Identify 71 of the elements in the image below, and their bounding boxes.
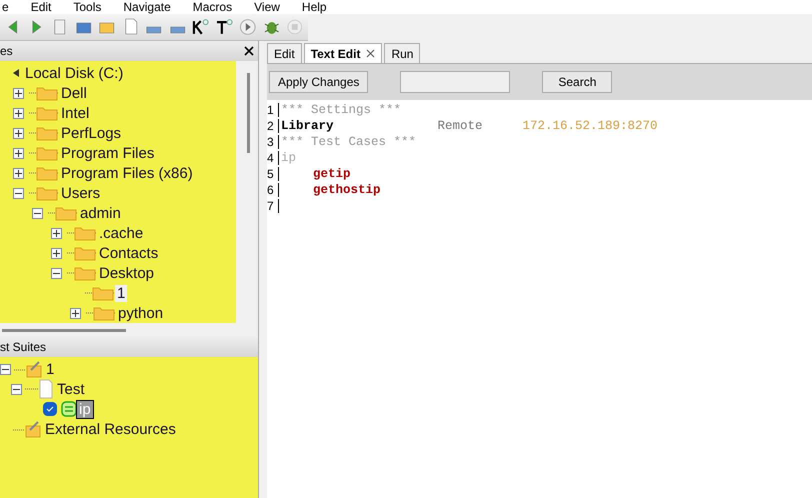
expand-toggle-icon[interactable] [13,148,24,158]
code-line: getip [312,167,351,181]
tab[interactable]: Edit [267,43,302,63]
tree-item[interactable]: External Resources [43,420,178,438]
scrollbar-thumb[interactable] [2,328,126,332]
tree-item[interactable]: .cache [97,224,146,242]
line-number: 2 [267,119,279,133]
code-line: ip [280,151,296,165]
tree-item[interactable]: Desktop [97,264,156,282]
expand-toggle-icon[interactable] [13,108,24,118]
text-editor[interactable]: 1 *** Settings *** 2 Library Remote 172.16.52.189:8270 3 *** Test Cases *** 4 ip 5 getip 6 gethostip 7 [267,100,812,498]
scrollbar-thumb[interactable] [247,73,250,153]
expand-toggle-icon[interactable] [13,88,24,98]
line-number: 5 [267,167,279,181]
line-number: 7 [267,199,279,213]
expand-toggle-icon[interactable] [13,128,24,138]
robot-face-icon [61,401,77,417]
tree-item[interactable]: admin [78,204,123,222]
triangle-icon [13,69,19,77]
tree-item[interactable]: Dell [59,84,89,102]
code-line: Library Remote 172.16.52.189:8270 [280,119,658,133]
collapse-toggle-icon[interactable] [13,188,24,198]
panel-title: es [0,44,13,58]
code-line: gethostip [312,183,381,197]
tab[interactable]: Text Edit [304,43,382,63]
menu-item[interactable]: Tools [73,0,102,14]
menu-item[interactable]: Edit [30,0,52,14]
panel-title: st Suites [0,340,46,354]
play-icon[interactable] [239,18,257,36]
line-number: 6 [267,183,279,197]
expand-toggle-icon[interactable] [51,228,62,238]
tree-item[interactable]: 1 [44,360,56,378]
close-icon[interactable] [366,49,376,58]
tree-item[interactable]: Contacts [97,244,160,262]
tree-item[interactable]: PerfLogs [59,124,124,142]
collapse-toggle-icon[interactable] [0,364,11,374]
line-number: 3 [267,135,279,149]
document-icon [25,379,55,399]
tree-item[interactable]: Program Files [59,144,156,162]
tree-item[interactable]: Test [55,380,87,398]
menu-item[interactable]: Navigate [123,0,171,14]
tree-item[interactable]: python [116,304,166,322]
line-number: 1 [267,103,279,117]
menu-item[interactable]: e [2,0,9,14]
checkbox[interactable] [43,402,57,416]
expand-toggle-icon[interactable] [13,168,24,178]
code-line: *** Test Cases *** [280,135,416,149]
tree-item[interactable]: Program Files (x86) [59,164,195,182]
line-number: 4 [267,151,279,165]
tab[interactable]: Run [384,43,420,63]
wrench-folder-icon [13,420,43,438]
menu-item[interactable]: Macros [192,0,232,14]
collapse-toggle-icon[interactable] [51,268,62,278]
collapse-toggle-icon[interactable] [11,384,22,394]
close-icon[interactable] [244,46,254,56]
tree-item[interactable]: Users [59,184,102,202]
k-magnifier-icon[interactable] [192,18,210,36]
expand-toggle-icon[interactable] [70,308,81,318]
tree-item[interactable]: Intel [59,104,92,122]
apply-changes-button[interactable]: Apply Changes [269,71,368,93]
t-magnifier-icon[interactable] [216,18,234,36]
collapse-toggle-icon[interactable] [32,208,43,218]
expand-toggle-icon[interactable] [51,248,62,258]
menu-item[interactable]: View [254,0,280,14]
tree-item[interactable]: 1 [115,284,128,302]
menu-item[interactable]: Help [302,0,327,14]
search-button[interactable]: Search [542,71,612,93]
code-line: *** Settings *** [280,103,402,117]
tree-item[interactable]: Local Disk (C:) [23,64,126,82]
search-field[interactable] [400,71,510,93]
wrench-folder-icon [14,360,44,378]
